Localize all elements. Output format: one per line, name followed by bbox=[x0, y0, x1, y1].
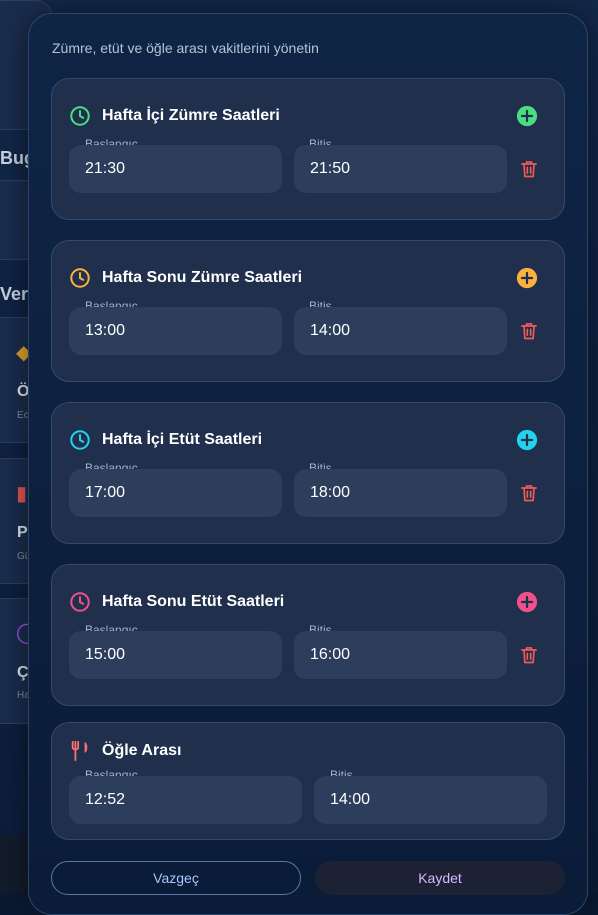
clock-icon bbox=[70, 430, 90, 450]
trash-icon[interactable] bbox=[519, 483, 539, 503]
end-time-input[interactable]: 16:00 bbox=[294, 631, 507, 679]
section-title: Hafta İçi Zümre Saatleri bbox=[102, 107, 280, 124]
background-item-subtitle: Ec bbox=[17, 410, 29, 421]
background-item-title: P bbox=[17, 524, 28, 541]
lunch-end-input[interactable]: 14:00 bbox=[314, 776, 547, 824]
section-weekday-zumre: Hafta İçi Zümre Saatleri Başlangıç 21:30… bbox=[51, 78, 565, 220]
background-item-title: Ç bbox=[17, 664, 29, 681]
schedule-modal: Zümre, etüt ve öğle arası vakitlerini yö… bbox=[28, 13, 588, 915]
clock-icon bbox=[70, 268, 90, 288]
end-time-input[interactable]: 18:00 bbox=[294, 469, 507, 517]
start-time-input[interactable]: 17:00 bbox=[69, 469, 282, 517]
section-title: Hafta Sonu Etüt Saatleri bbox=[102, 593, 285, 610]
section-weekend-zumre: Hafta Sonu Zümre Saatleri Başlangıç 13:0… bbox=[51, 240, 565, 382]
add-time-button[interactable] bbox=[516, 591, 538, 613]
clock-icon bbox=[70, 592, 90, 612]
section-title: Hafta İçi Etüt Saatleri bbox=[102, 431, 263, 448]
end-time-input[interactable]: 21:50 bbox=[294, 145, 507, 193]
clock-icon bbox=[70, 106, 90, 126]
start-time-input[interactable]: 15:00 bbox=[69, 631, 282, 679]
utensils-icon bbox=[71, 740, 88, 762]
lunch-start-input[interactable]: 12:52 bbox=[69, 776, 302, 824]
section-title: Hafta Sonu Zümre Saatleri bbox=[102, 269, 303, 286]
trash-icon[interactable] bbox=[519, 159, 539, 179]
modal-subtitle: Zümre, etüt ve öğle arası vakitlerini yö… bbox=[52, 40, 319, 56]
section-weekday-etut: Hafta İçi Etüt Saatleri Başlangıç 17:00 … bbox=[51, 402, 565, 544]
end-time-input[interactable]: 14:00 bbox=[294, 307, 507, 355]
start-time-input[interactable]: 13:00 bbox=[69, 307, 282, 355]
save-button[interactable]: Kaydet bbox=[315, 861, 565, 895]
start-time-input[interactable]: 21:30 bbox=[69, 145, 282, 193]
add-time-button[interactable] bbox=[516, 105, 538, 127]
trash-icon[interactable] bbox=[519, 321, 539, 341]
section-title: Öğle Arası bbox=[102, 742, 182, 759]
clipboard-icon: ▮ bbox=[16, 483, 28, 505]
add-time-button[interactable] bbox=[516, 267, 538, 289]
section-lunch-break: Öğle Arası Başlangıç 12:52 Bitiş 14:00 bbox=[51, 722, 565, 840]
background-label: Ver bbox=[0, 284, 29, 304]
add-time-button[interactable] bbox=[516, 429, 538, 451]
trash-icon[interactable] bbox=[519, 645, 539, 665]
section-weekend-etut: Hafta Sonu Etüt Saatleri Başlangıç 15:00… bbox=[51, 564, 565, 706]
cancel-button[interactable]: Vazgeç bbox=[51, 861, 301, 895]
